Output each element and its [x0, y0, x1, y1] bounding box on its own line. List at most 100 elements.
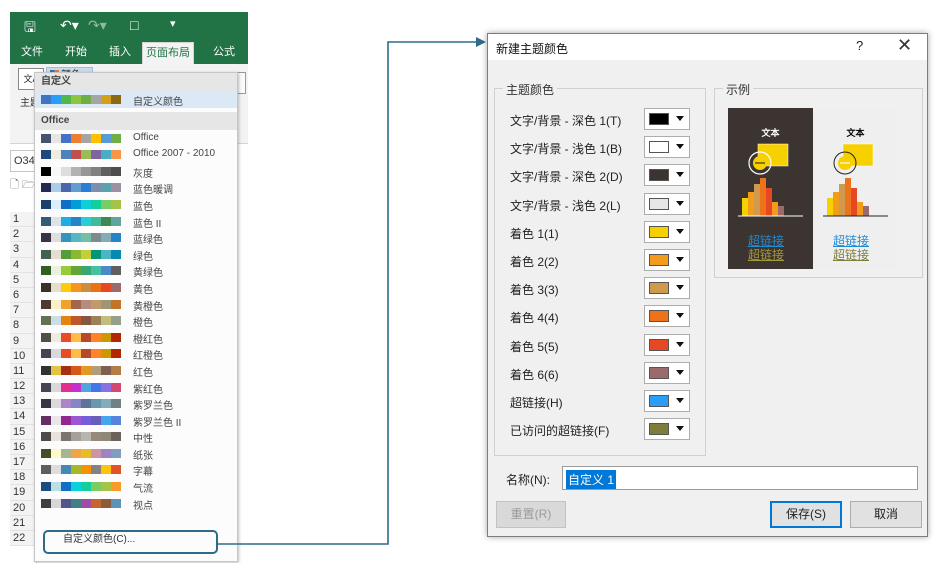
color-swatch: [51, 365, 61, 375]
color-picker-button[interactable]: [644, 333, 690, 356]
color-swatch: [61, 216, 71, 226]
color-scheme-item[interactable]: 紫红色: [35, 379, 237, 396]
color-scheme-item[interactable]: 视点: [35, 495, 237, 512]
row-header[interactable]: 12: [10, 379, 36, 395]
color-scheme-item[interactable]: 黄橙色: [35, 296, 237, 313]
color-picker-button[interactable]: [644, 418, 690, 441]
row-header[interactable]: 1: [10, 212, 36, 228]
color-swatch: [71, 199, 81, 209]
row-header[interactable]: 21: [10, 515, 36, 531]
row-header[interactable]: 6: [10, 287, 36, 304]
color-scheme-item[interactable]: 紫罗兰色 II: [35, 412, 237, 429]
row-header[interactable]: 7: [10, 303, 36, 319]
close-button[interactable]: ✕: [897, 35, 912, 56]
custom-scheme-row[interactable]: 自定义颜色: [35, 91, 237, 108]
name-input[interactable]: 自定义 1: [562, 466, 918, 490]
redo-icon[interactable]: ↷▾: [88, 17, 107, 34]
row-header[interactable]: 2: [10, 227, 36, 243]
color-scheme-item[interactable]: 橙红色: [35, 329, 237, 346]
color-swatch: [111, 498, 121, 508]
color-scheme-item[interactable]: Office 2007 - 2010: [35, 146, 237, 163]
color-scheme-item[interactable]: Office: [35, 130, 237, 147]
tab-file[interactable]: 文件: [18, 44, 46, 64]
row-header[interactable]: 19: [10, 485, 36, 501]
color-scheme-item[interactable]: 紫罗兰色: [35, 395, 237, 412]
customize-qat-icon[interactable]: ▾: [170, 17, 176, 30]
row-header[interactable]: 3: [10, 242, 36, 258]
color-picker-button[interactable]: [644, 164, 690, 187]
color-scheme-item[interactable]: 灰度: [35, 163, 237, 180]
color-swatch: [101, 216, 111, 226]
tab-formulas[interactable]: 公式: [210, 44, 238, 64]
color-scheme-item[interactable]: 黄色: [35, 279, 237, 296]
color-scheme-item[interactable]: 红色: [35, 362, 237, 379]
color-scheme-item[interactable]: 纸张: [35, 445, 237, 462]
color-scheme-name: 蓝色暖调: [133, 185, 173, 197]
color-picker-button[interactable]: [644, 277, 690, 300]
color-picker-button[interactable]: [644, 108, 690, 130]
color-swatch: [91, 166, 101, 176]
undo-icon[interactable]: ↶▾: [60, 17, 79, 34]
row-header[interactable]: 4: [10, 257, 36, 273]
row-header[interactable]: 22: [10, 530, 36, 547]
save-button[interactable]: 保存(S): [770, 501, 842, 528]
color-swatch: [51, 95, 61, 104]
color-swatch: [101, 249, 111, 259]
color-scheme-item[interactable]: 蓝色 II: [35, 213, 237, 230]
color-picker-button[interactable]: [644, 249, 690, 271]
row-header[interactable]: 13: [10, 394, 36, 410]
row-header[interactable]: 11: [10, 363, 36, 380]
color-scheme-item[interactable]: 字幕: [35, 461, 237, 478]
row-header[interactable]: 16: [10, 439, 36, 455]
color-scheme-item[interactable]: 蓝色: [35, 196, 237, 213]
color-scheme-swatches: [41, 166, 121, 176]
color-scheme-item[interactable]: 绿色: [35, 246, 237, 263]
save-icon[interactable]: 🖫: [24, 17, 36, 41]
row-header[interactable]: 17: [10, 455, 36, 471]
row-header[interactable]: 15: [10, 424, 36, 440]
color-swatch: [61, 316, 71, 326]
row-header[interactable]: 9: [10, 333, 36, 349]
new-file-icon[interactable]: □: [130, 17, 138, 33]
reset-button[interactable]: 重置(R): [496, 501, 566, 528]
color-row-label: 着色 3(3): [510, 283, 559, 298]
color-scheme-item[interactable]: 中性: [35, 428, 237, 445]
color-swatch: [61, 233, 71, 243]
color-scheme-item[interactable]: 蓝绿色: [35, 229, 237, 246]
color-picker-button[interactable]: [644, 136, 690, 159]
color-scheme-item[interactable]: 气流: [35, 478, 237, 495]
color-scheme-swatches: [41, 216, 121, 226]
color-scheme-item[interactable]: 蓝色暖调: [35, 179, 237, 196]
color-scheme-item[interactable]: 橙色: [35, 312, 237, 329]
color-swatch: [51, 382, 61, 392]
color-row-label: 着色 1(1): [510, 226, 559, 241]
tab-page-layout[interactable]: 页面布局: [142, 42, 194, 64]
color-picker-button[interactable]: [644, 390, 690, 412]
highlight-box: [43, 530, 218, 554]
color-swatch: [41, 465, 51, 475]
color-swatch: [41, 432, 51, 442]
row-header[interactable]: 18: [10, 470, 36, 486]
color-swatch: [51, 282, 61, 292]
color-scheme-name: 紫罗兰色: [133, 401, 173, 413]
color-picker-button[interactable]: [644, 220, 690, 243]
row-header[interactable]: 5: [10, 272, 36, 288]
color-scheme-swatches: [41, 150, 121, 160]
row-header[interactable]: 14: [10, 409, 36, 425]
tab-insert[interactable]: 插入: [106, 44, 134, 64]
color-scheme-item[interactable]: 红橙色: [35, 345, 237, 362]
row-header[interactable]: 8: [10, 318, 36, 334]
color-swatch: [61, 382, 71, 392]
row-header[interactable]: 20: [10, 500, 36, 516]
color-swatch: [111, 432, 121, 442]
color-row-label: 着色 2(2): [510, 255, 559, 269]
tab-home[interactable]: 开始: [62, 44, 90, 64]
color-picker-button[interactable]: [644, 361, 690, 384]
color-picker-button[interactable]: [644, 305, 690, 328]
row-header[interactable]: 10: [10, 348, 36, 364]
color-scheme-item[interactable]: 黄绿色: [35, 262, 237, 279]
color-picker-button[interactable]: [644, 192, 690, 215]
help-button[interactable]: ?: [856, 38, 863, 53]
cancel-button[interactable]: 取消: [850, 501, 922, 528]
color-row-label: 着色 6(6): [510, 367, 559, 382]
